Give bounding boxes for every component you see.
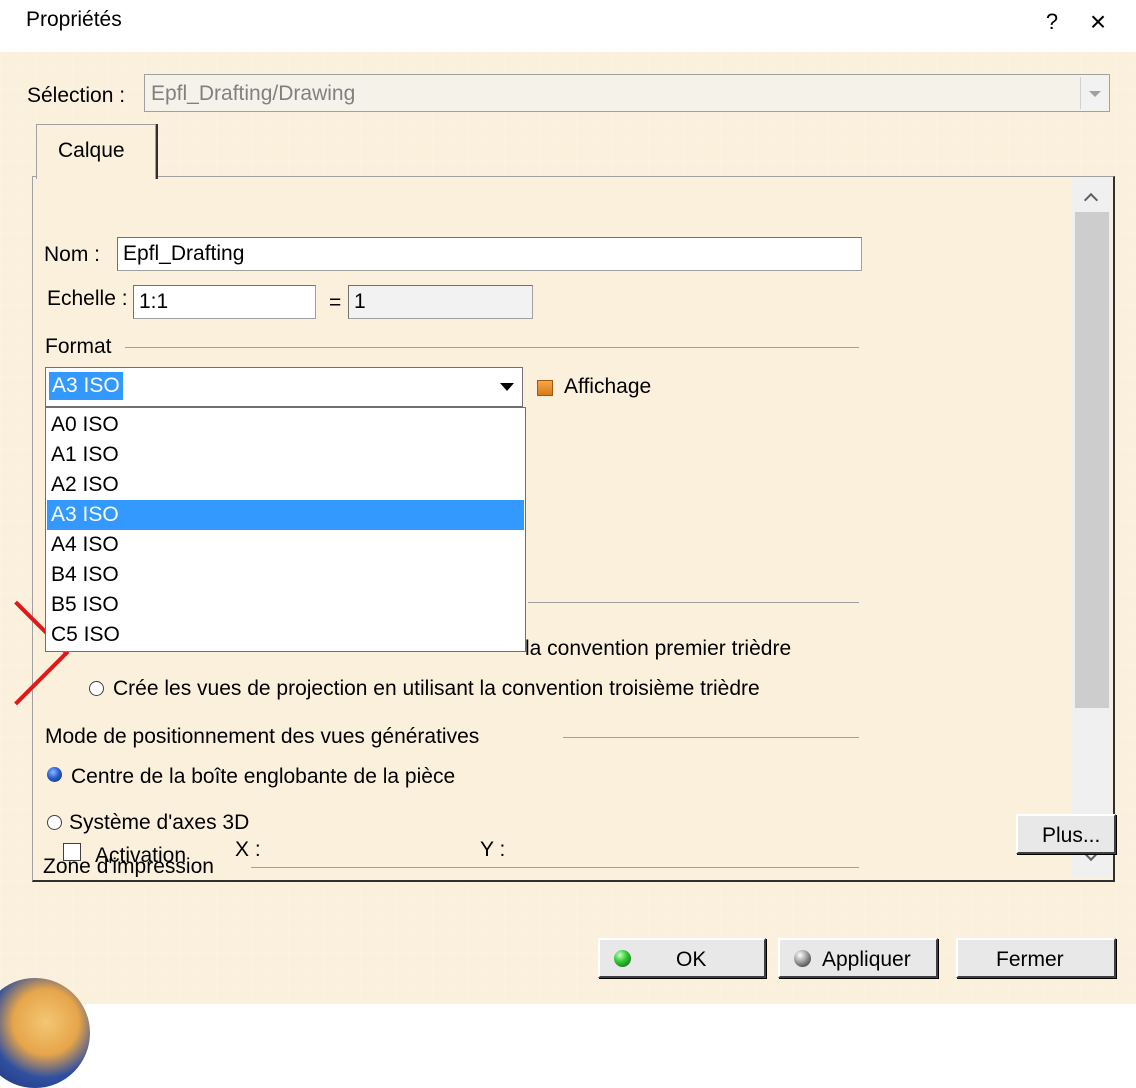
positioning-axes-radio[interactable] bbox=[47, 815, 62, 830]
affichage-checkbox[interactable] bbox=[537, 380, 553, 396]
projection-third-label: Crée les vues de projection en utilisant… bbox=[113, 677, 760, 700]
chevron-down-icon[interactable] bbox=[1080, 77, 1107, 109]
y-label: Y : bbox=[480, 838, 506, 861]
format-option[interactable]: B4 ISO bbox=[47, 560, 524, 590]
format-group-label: Format bbox=[45, 335, 112, 358]
positioning-group-label: Mode de positionnement des vues générati… bbox=[45, 725, 480, 748]
option-label: A2 ISO bbox=[51, 473, 119, 496]
option-label: A3 ISO bbox=[51, 503, 119, 526]
chevron-down-icon[interactable] bbox=[493, 369, 521, 405]
format-option[interactable]: A4 ISO bbox=[47, 530, 524, 560]
close-button-label: Fermer bbox=[996, 948, 1064, 971]
tab-calque[interactable]: Calque bbox=[36, 124, 156, 179]
tab-page-content: Nom : Epfl_Drafting Echelle : 1:1 = 1 Fo… bbox=[33, 177, 1071, 877]
equals-sign: = bbox=[329, 291, 342, 314]
format-selected-value: A3 ISO bbox=[49, 372, 123, 400]
format-option[interactable]: A0 ISO bbox=[47, 410, 524, 440]
scroll-up-icon[interactable] bbox=[1072, 181, 1112, 211]
option-label: C5 ISO bbox=[51, 623, 120, 646]
selection-value: Epfl_Drafting/Drawing bbox=[151, 82, 356, 105]
format-option-selected[interactable]: A3 ISO bbox=[47, 500, 524, 530]
selection-combo[interactable]: Epfl_Drafting/Drawing bbox=[144, 74, 1110, 112]
scroll-thumb[interactable] bbox=[1075, 212, 1109, 708]
properties-dialog: Propriétés ? × Sélection : Epfl_Drafting… bbox=[0, 0, 1136, 1088]
tab-label: Calque bbox=[58, 139, 125, 162]
tab-page-calque: Nom : Epfl_Drafting Echelle : 1:1 = 1 Fo… bbox=[32, 176, 1115, 882]
option-label: A4 ISO bbox=[51, 533, 119, 556]
close-button[interactable]: Fermer bbox=[956, 938, 1116, 978]
scale-result-field: 1 bbox=[348, 285, 533, 319]
positioning-axes-label: Système d'axes 3D bbox=[69, 811, 250, 834]
projection-first-label: la convention premier trièdre bbox=[525, 637, 792, 660]
activation-label: Activation bbox=[95, 844, 187, 867]
ok-button[interactable]: OK bbox=[598, 938, 766, 978]
positioning-bbox-label: Centre de la boîte englobante de la pièc… bbox=[71, 765, 456, 788]
format-option[interactable]: C5 ISO bbox=[47, 620, 524, 650]
close-icon[interactable]: × bbox=[1078, 4, 1118, 40]
format-combo[interactable]: A3 ISO bbox=[45, 367, 523, 407]
dialog-title: Propriétés bbox=[26, 8, 122, 31]
name-label: Nom : bbox=[44, 243, 101, 266]
projection-third-radio[interactable] bbox=[89, 681, 104, 696]
apply-button[interactable]: Appliquer bbox=[778, 938, 938, 978]
option-label: A1 ISO bbox=[51, 443, 119, 466]
name-field[interactable]: Epfl_Drafting bbox=[117, 237, 862, 271]
x-label: X : bbox=[235, 838, 261, 861]
help-button[interactable]: ? bbox=[1037, 4, 1067, 40]
activation-checkbox[interactable] bbox=[63, 843, 81, 861]
scale-label: Echelle : bbox=[47, 287, 128, 310]
apply-button-label: Appliquer bbox=[822, 948, 911, 971]
more-button[interactable]: Plus... bbox=[1016, 814, 1116, 854]
scale-value: 1:1 bbox=[139, 290, 169, 313]
projection-group-line bbox=[528, 602, 859, 603]
title-bar: Propriétés ? × bbox=[0, 0, 1136, 52]
option-label: B5 ISO bbox=[51, 593, 119, 616]
option-label: A0 ISO bbox=[51, 413, 119, 436]
scale-result-value: 1 bbox=[354, 290, 366, 313]
option-label: B4 ISO bbox=[51, 563, 119, 586]
format-option[interactable]: A1 ISO bbox=[47, 440, 524, 470]
selection-label: Sélection : bbox=[27, 84, 126, 107]
vertical-scrollbar[interactable] bbox=[1072, 177, 1112, 877]
format-option[interactable]: B5 ISO bbox=[47, 590, 524, 620]
gray-ball-icon bbox=[794, 950, 811, 967]
name-value: Epfl_Drafting bbox=[123, 242, 245, 265]
positioning-group-line bbox=[563, 737, 859, 738]
ok-button-label: OK bbox=[676, 948, 707, 971]
positioning-bbox-radio[interactable] bbox=[47, 767, 62, 782]
more-button-label: Plus... bbox=[1042, 824, 1101, 847]
green-ball-icon bbox=[614, 950, 631, 967]
format-group-line bbox=[125, 347, 859, 348]
print-zone-group-line bbox=[251, 867, 859, 868]
dialog-body: Sélection : Epfl_Drafting/Drawing Calque… bbox=[0, 52, 1136, 1088]
format-dropdown-list: A0 ISO A1 ISO A2 ISO A3 ISO A4 ISO B4 IS… bbox=[45, 407, 526, 652]
app-logo bbox=[0, 978, 90, 1088]
scale-field[interactable]: 1:1 bbox=[133, 285, 316, 319]
format-option[interactable]: A2 ISO bbox=[47, 470, 524, 500]
affichage-label: Affichage bbox=[564, 375, 652, 398]
